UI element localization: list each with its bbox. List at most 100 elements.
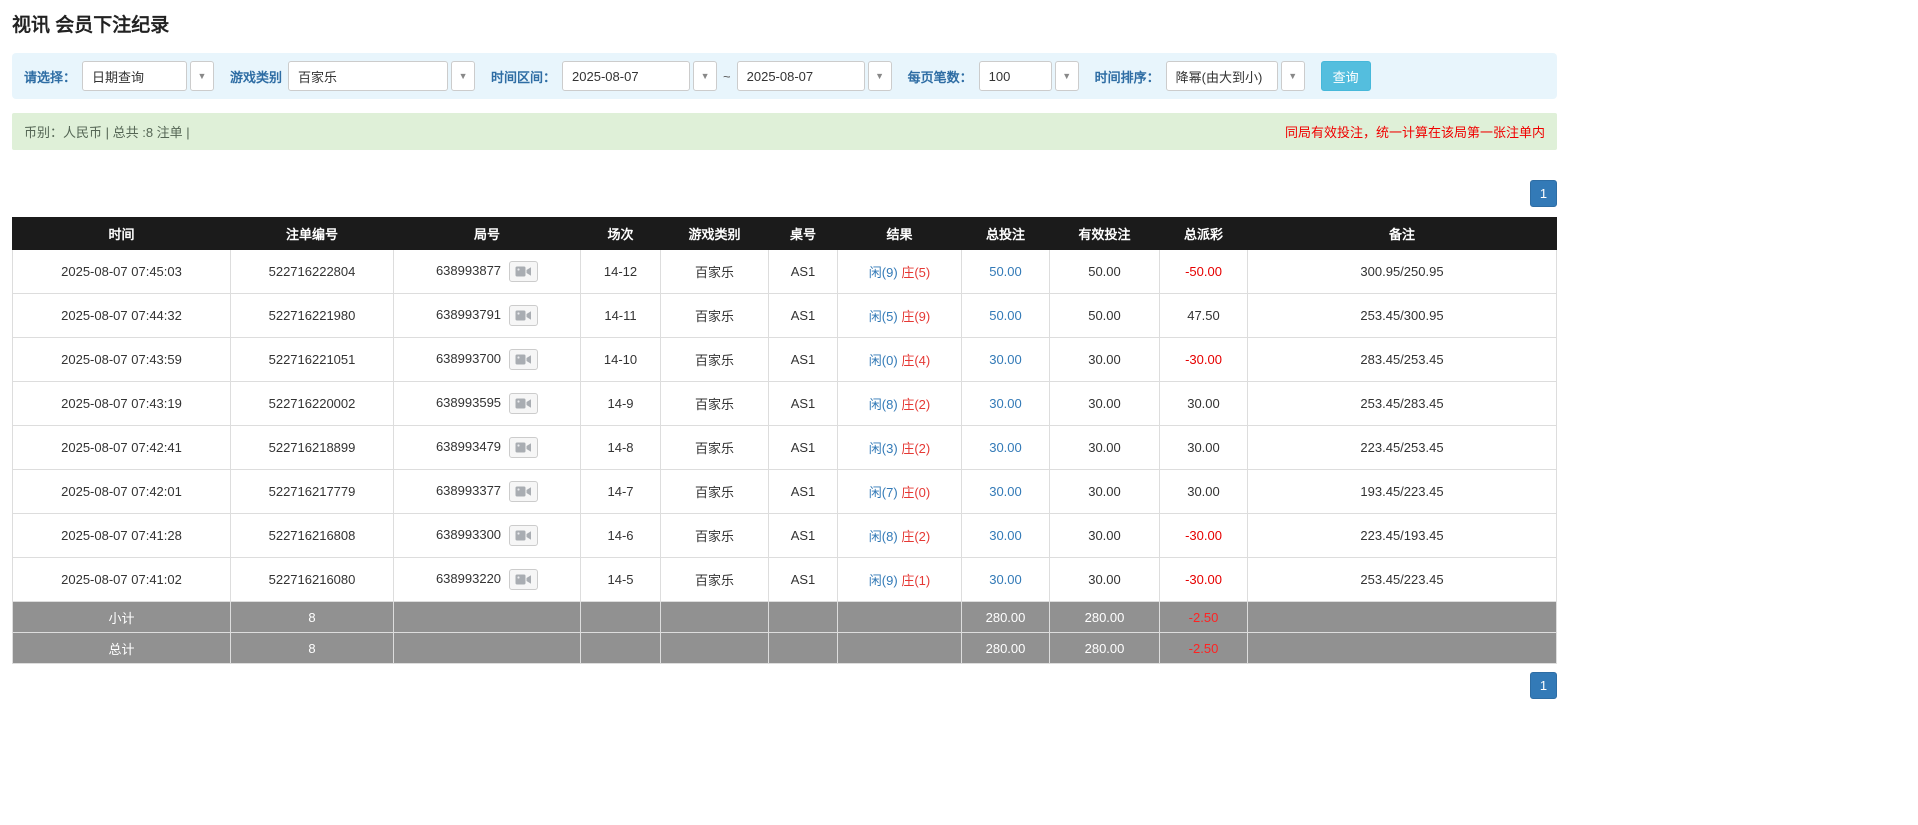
- date-from-picker[interactable]: 2025-08-07 ▼: [562, 61, 717, 91]
- video-camera-icon: [515, 309, 532, 322]
- chevron-down-icon[interactable]: ▼: [451, 61, 475, 91]
- game-type-value[interactable]: 百家乐: [288, 61, 448, 91]
- footer-count: 8: [231, 633, 394, 664]
- cell-table-number: AS1: [769, 558, 838, 602]
- total-bet-link[interactable]: 30.00: [989, 572, 1022, 587]
- chevron-down-icon[interactable]: ▼: [190, 61, 214, 91]
- page-size-label: 每页笔数：: [908, 67, 973, 86]
- cell-payout: 30.00: [1160, 470, 1248, 514]
- cell-payout: -30.00: [1160, 514, 1248, 558]
- chevron-down-icon[interactable]: ▼: [1055, 61, 1079, 91]
- filter-group-time-range: 时间区间： 2025-08-07 ▼ ~ 2025-08-07 ▼: [491, 61, 892, 91]
- cell-valid-bet: 30.00: [1050, 338, 1160, 382]
- cell-valid-bet: 30.00: [1050, 426, 1160, 470]
- result-player: 闲(7): [869, 485, 898, 500]
- result-banker: 庄(2): [901, 441, 930, 456]
- footer-label: 小计: [13, 602, 231, 633]
- video-replay-button[interactable]: [509, 393, 538, 414]
- date-to-value[interactable]: 2025-08-07: [737, 61, 865, 91]
- select-mode-value[interactable]: 日期查询: [82, 61, 187, 91]
- result-banker: 庄(2): [901, 529, 930, 544]
- column-header: 注单编号: [231, 218, 394, 250]
- cell-note: 253.45/223.45: [1248, 558, 1557, 602]
- column-header: 桌号: [769, 218, 838, 250]
- sort-label: 时间排序：: [1095, 67, 1160, 86]
- total-bet-link[interactable]: 50.00: [989, 308, 1022, 323]
- footer-payout: -2.50: [1160, 602, 1248, 633]
- result-banker: 庄(4): [901, 353, 930, 368]
- cell-table-number: AS1: [769, 294, 838, 338]
- cell-result: 闲(5) 庄(9): [838, 294, 962, 338]
- column-header: 总投注: [962, 218, 1050, 250]
- cell-result: 闲(3) 庄(2): [838, 426, 962, 470]
- cell-bet-number: 522716221051: [231, 338, 394, 382]
- pagination-top: 1: [12, 180, 1557, 207]
- cell-payout: -30.00: [1160, 558, 1248, 602]
- video-replay-button[interactable]: [509, 525, 538, 546]
- chevron-down-icon[interactable]: ▼: [1281, 61, 1305, 91]
- cell-valid-bet: 30.00: [1050, 470, 1160, 514]
- total-bet-link[interactable]: 50.00: [989, 264, 1022, 279]
- sort-dropdown[interactable]: 降幂(由大到小) ▼: [1166, 61, 1305, 91]
- cell-note: 253.45/300.95: [1248, 294, 1557, 338]
- cell-note: 253.45/283.45: [1248, 382, 1557, 426]
- table-row: 2025-08-07 07:43:19522716220002638993595…: [13, 382, 1557, 426]
- filter-group-select-mode: 请选择： 日期查询 ▼: [24, 61, 214, 91]
- cell-session: 14-6: [581, 514, 661, 558]
- total-bet-link[interactable]: 30.00: [989, 396, 1022, 411]
- result-banker: 庄(2): [901, 397, 930, 412]
- cell-result: 闲(7) 庄(0): [838, 470, 962, 514]
- result-banker: 庄(0): [901, 485, 930, 500]
- total-bet-link[interactable]: 30.00: [989, 528, 1022, 543]
- select-mode-dropdown[interactable]: 日期查询 ▼: [82, 61, 214, 91]
- video-replay-button[interactable]: [509, 305, 538, 326]
- sort-value[interactable]: 降幂(由大到小): [1166, 61, 1278, 91]
- cell-valid-bet: 50.00: [1050, 250, 1160, 294]
- video-replay-button[interactable]: [509, 481, 538, 502]
- round-number: 638993220: [436, 571, 501, 586]
- cell-bet-number: 522716216808: [231, 514, 394, 558]
- page-size-value[interactable]: 100: [979, 61, 1052, 91]
- cell-note: 193.45/223.45: [1248, 470, 1557, 514]
- cell-round-number: 638993595: [394, 382, 581, 426]
- filter-group-sort: 时间排序： 降幂(由大到小) ▼: [1095, 61, 1305, 91]
- cell-session: 14-9: [581, 382, 661, 426]
- table-row: 2025-08-07 07:42:41522716218899638993479…: [13, 426, 1557, 470]
- video-replay-button[interactable]: [509, 349, 538, 370]
- total-bet-link[interactable]: 30.00: [989, 352, 1022, 367]
- page-size-dropdown[interactable]: 100 ▼: [979, 61, 1079, 91]
- cell-table-number: AS1: [769, 470, 838, 514]
- page-button[interactable]: 1: [1530, 672, 1557, 699]
- cell-result: 闲(9) 庄(5): [838, 250, 962, 294]
- cell-result: 闲(9) 庄(1): [838, 558, 962, 602]
- date-from-value[interactable]: 2025-08-07: [562, 61, 690, 91]
- cell-bet-number: 522716218899: [231, 426, 394, 470]
- date-to-picker[interactable]: 2025-08-07 ▼: [737, 61, 892, 91]
- page-button[interactable]: 1: [1530, 180, 1557, 207]
- cell-payout: 30.00: [1160, 426, 1248, 470]
- cell-round-number: 638993220: [394, 558, 581, 602]
- search-button[interactable]: 查询: [1321, 61, 1371, 91]
- game-type-dropdown[interactable]: 百家乐 ▼: [288, 61, 475, 91]
- cell-round-number: 638993479: [394, 426, 581, 470]
- chevron-down-icon[interactable]: ▼: [693, 61, 717, 91]
- summary-currency-count: 币别：人民币 | 总共 :8 注单 |: [24, 122, 190, 141]
- total-bet-link[interactable]: 30.00: [989, 484, 1022, 499]
- round-number: 638993377: [436, 483, 501, 498]
- round-number: 638993479: [436, 439, 501, 454]
- table-header-row: 时间注单编号局号场次游戏类别桌号结果总投注有效投注总派彩备注: [13, 218, 1557, 250]
- cell-game-type: 百家乐: [661, 250, 769, 294]
- cell-time: 2025-08-07 07:43:19: [13, 382, 231, 426]
- video-replay-button[interactable]: [509, 569, 538, 590]
- chevron-down-icon[interactable]: ▼: [868, 61, 892, 91]
- cell-total-bet: 50.00: [962, 250, 1050, 294]
- cell-total-bet: 30.00: [962, 382, 1050, 426]
- cell-round-number: 638993377: [394, 470, 581, 514]
- video-replay-button[interactable]: [509, 437, 538, 458]
- cell-valid-bet: 30.00: [1050, 514, 1160, 558]
- video-replay-button[interactable]: [509, 261, 538, 282]
- cell-payout: 47.50: [1160, 294, 1248, 338]
- cell-valid-bet: 30.00: [1050, 382, 1160, 426]
- date-range-separator: ~: [723, 69, 731, 84]
- total-bet-link[interactable]: 30.00: [989, 440, 1022, 455]
